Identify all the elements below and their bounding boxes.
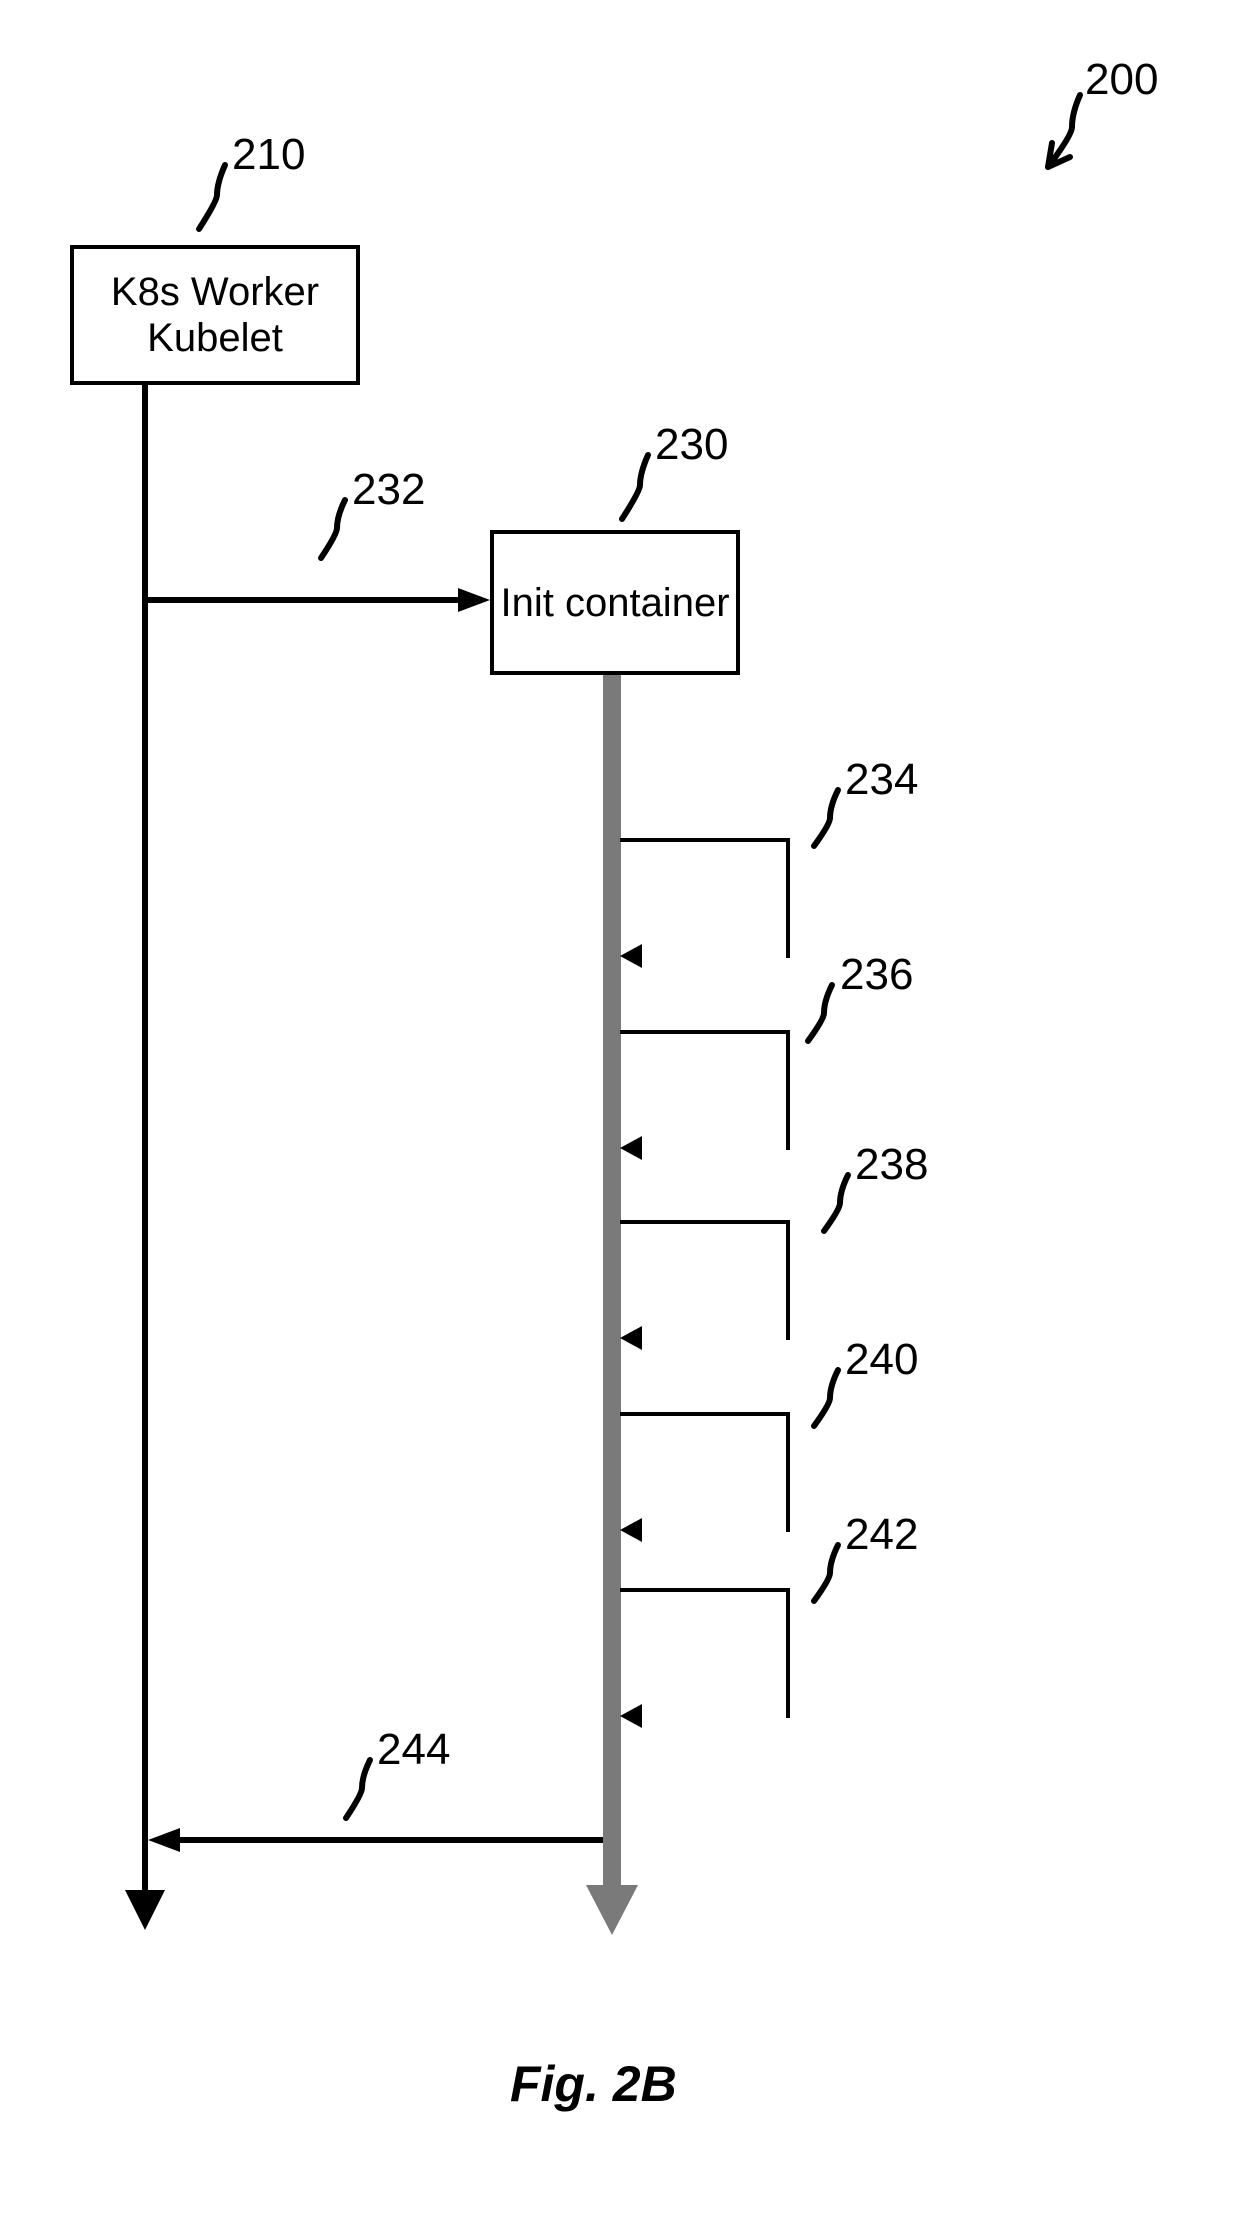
ref-244: 244 — [377, 1725, 450, 1775]
diagram-page: 200 210 230 232 234 236 238 240 242 244 … — [0, 0, 1240, 2221]
ref-238: 238 — [855, 1140, 928, 1190]
ref-230: 230 — [655, 420, 728, 470]
ref-234: 234 — [845, 755, 918, 805]
self-message-234 — [620, 838, 790, 958]
ref-240: 240 — [845, 1335, 918, 1385]
self-message-236 — [620, 1030, 790, 1150]
self-message-236-arrow — [620, 1136, 642, 1160]
init-container-label: Init container — [500, 580, 729, 626]
self-message-240 — [620, 1412, 790, 1532]
self-message-240-arrow — [620, 1518, 642, 1542]
self-message-238 — [620, 1220, 790, 1340]
self-message-234-arrow — [620, 944, 642, 968]
self-message-242-arrow — [620, 1704, 642, 1728]
self-message-242 — [620, 1588, 790, 1718]
figure-caption: Fig. 2B — [510, 2055, 677, 2113]
ref-236: 236 — [840, 950, 913, 1000]
ref-232: 232 — [352, 465, 425, 515]
init-container-box: Init container — [490, 530, 740, 675]
ref-210: 210 — [232, 130, 305, 180]
k8s-worker-kubelet-label: K8s Worker Kubelet — [74, 269, 356, 361]
k8s-worker-kubelet-box: K8s Worker Kubelet — [70, 245, 360, 385]
ref-242: 242 — [845, 1510, 918, 1560]
self-message-238-arrow — [620, 1326, 642, 1350]
ref-200: 200 — [1085, 55, 1158, 105]
